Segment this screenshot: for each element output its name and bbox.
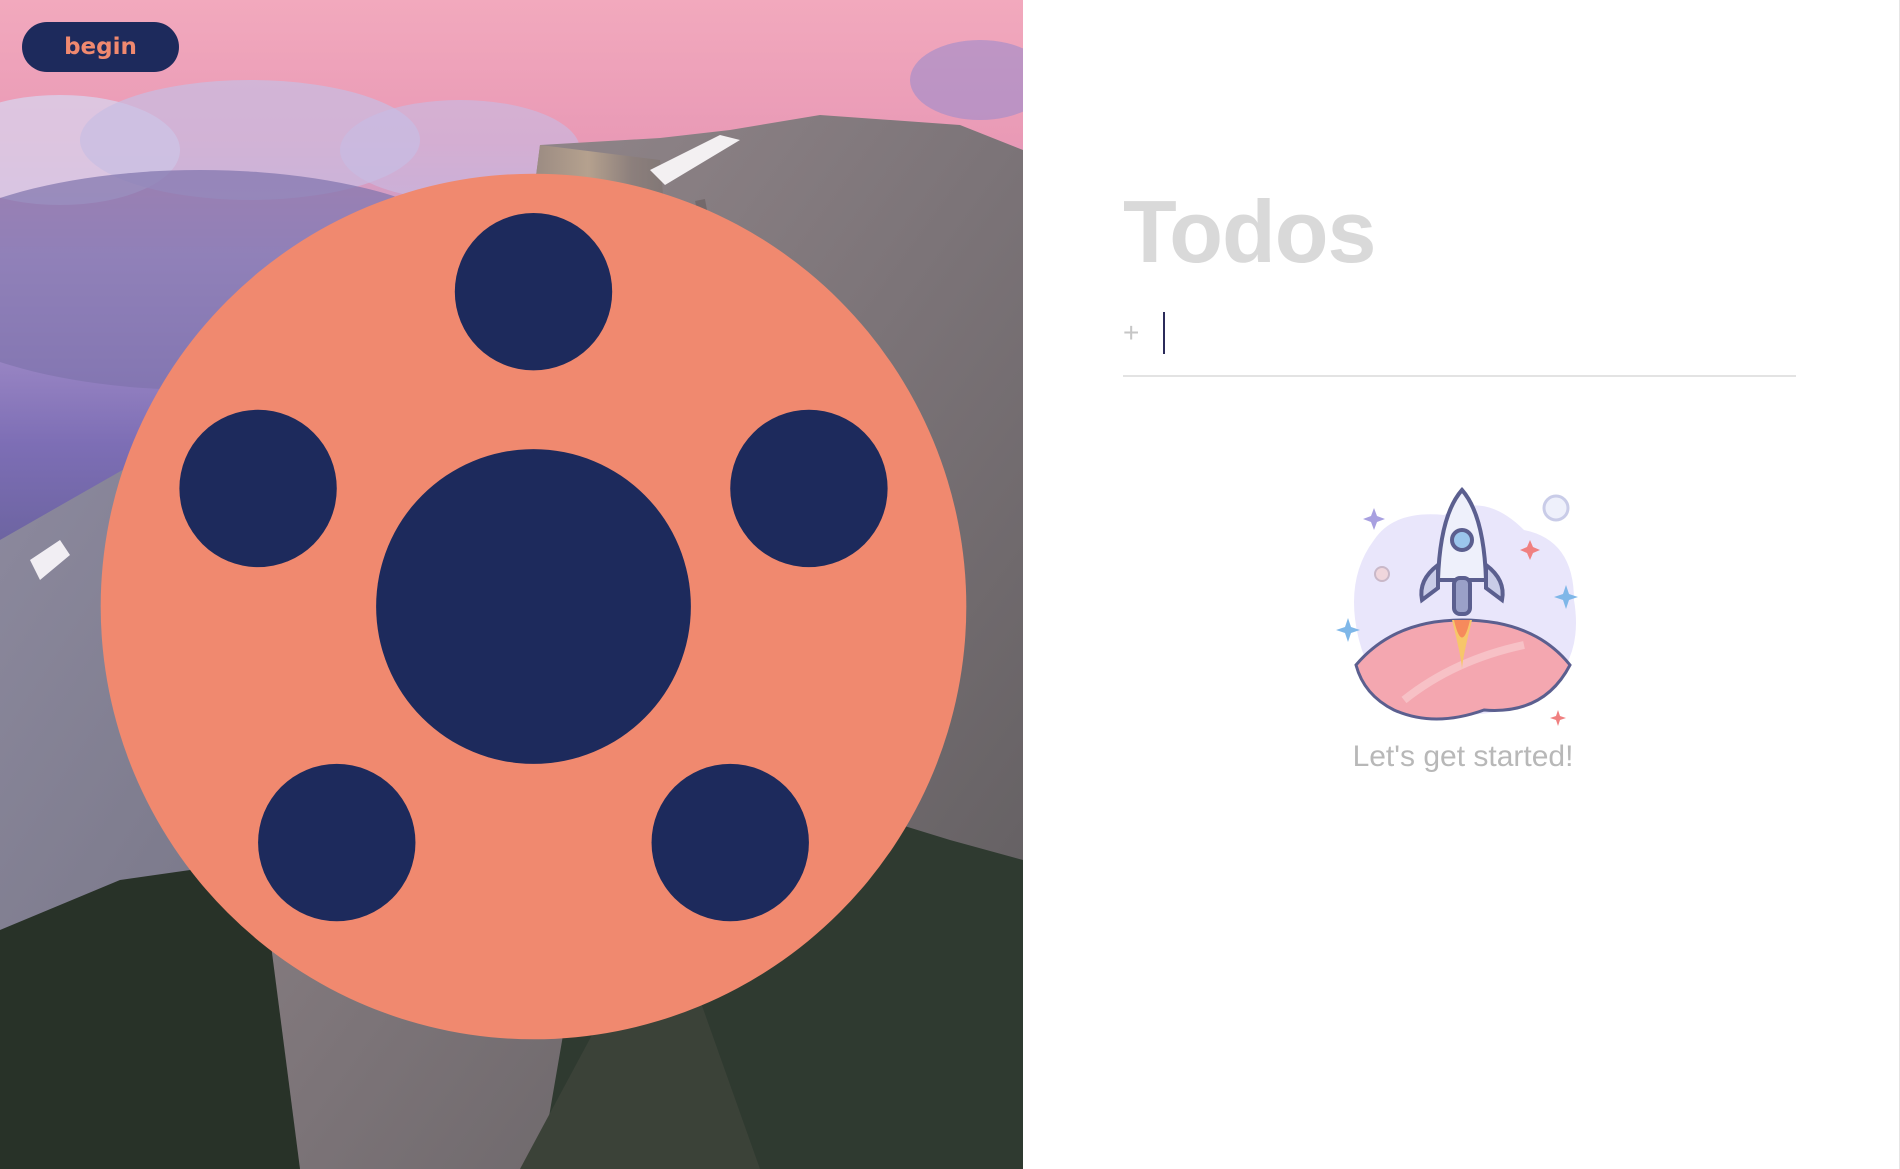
new-todo-input[interactable] <box>1163 312 1773 354</box>
page-title: Todos <box>1123 182 1376 281</box>
hero-mountain-image: begin <box>0 0 1023 1169</box>
empty-state: Let's get started! <box>1323 470 1603 773</box>
empty-state-message: Let's get started! <box>1352 740 1574 773</box>
begin-button[interactable]: begin <box>22 22 967 1040</box>
todo-panel: Todos + Let's get started! <box>1123 0 1798 1169</box>
rocket-illustration-icon <box>1336 486 1578 726</box>
plus-icon[interactable]: + <box>1123 317 1143 349</box>
new-todo-row: + <box>1123 305 1796 377</box>
begin-logo-icon <box>100 173 967 1040</box>
